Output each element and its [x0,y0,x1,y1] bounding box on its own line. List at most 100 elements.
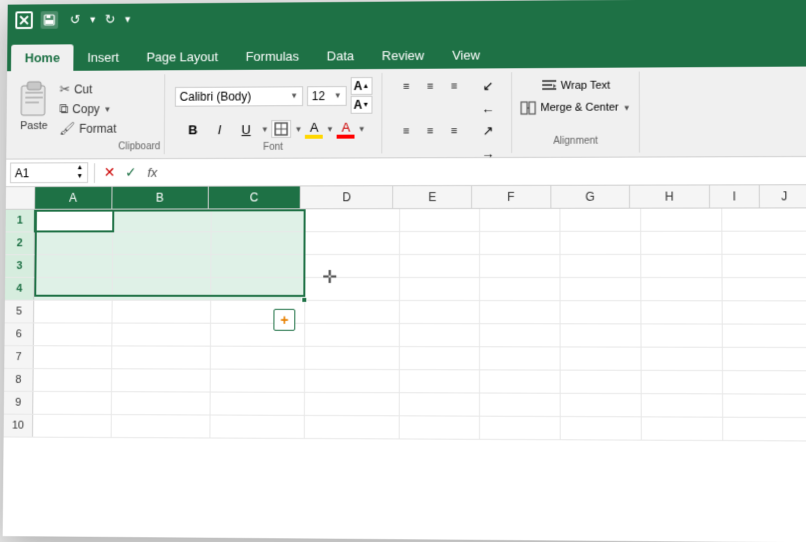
angle-clockwise-btn[interactable]: ↗ [477,121,499,141]
cell-F7[interactable] [480,347,561,369]
row-num-10[interactable]: 10 [4,415,34,437]
cell-C9[interactable] [211,393,305,415]
cell-E6[interactable] [400,324,480,346]
cell-C3[interactable] [211,255,305,277]
cell-C7[interactable] [211,347,305,369]
cell-B1[interactable] [113,209,212,231]
tab-page-layout[interactable]: Page Layout [133,43,232,70]
cell-B2[interactable] [113,232,212,254]
col-header-E[interactable]: E [394,186,473,208]
tab-insert[interactable]: Insert [73,44,132,71]
cell-A5[interactable] [34,301,113,323]
autofill-options-btn[interactable]: + [273,309,295,331]
align-top-left-btn[interactable]: ≡ [395,77,417,97]
cell-D8[interactable] [305,370,400,392]
paste-button[interactable]: Paste [10,77,57,134]
cell-E9[interactable] [400,393,480,415]
cell-H2[interactable] [641,232,722,254]
copy-dropdown-arrow[interactable]: ▼ [104,105,112,114]
copy-button[interactable]: ⧉ Copy ▼ [57,100,118,118]
row-num-9[interactable]: 9 [4,392,34,414]
row-num-5[interactable]: 5 [5,301,35,323]
cell-G5[interactable] [561,301,642,323]
cell-D2[interactable] [305,232,400,254]
cell-F1[interactable] [480,209,560,231]
col-header-F[interactable]: F [472,186,551,208]
cell-E5[interactable] [400,301,480,323]
cell-ref-down[interactable]: ▼ [76,173,83,181]
col-header-H[interactable]: H [630,185,710,207]
cell-H6[interactable] [641,324,722,346]
col-header-I[interactable]: I [710,185,760,207]
font-color-button[interactable]: A [337,119,355,138]
col-header-B[interactable]: B [112,187,209,209]
cell-E2[interactable] [400,232,480,254]
cell-B8[interactable] [112,369,211,391]
redo-btn[interactable]: ↻ [105,12,116,28]
font-family-arrow[interactable]: ▼ [290,91,298,100]
merge-center-button[interactable]: Merge & Center ▼ [521,100,631,116]
cut-button[interactable]: ✂ Cut [57,80,118,98]
cell-B6[interactable] [112,324,211,346]
cell-A10[interactable] [33,415,112,437]
cell-C2[interactable] [211,232,305,254]
cell-G9[interactable] [561,394,642,417]
cell-A9[interactable] [33,392,112,414]
italic-button[interactable]: I [208,118,232,140]
cell-D6[interactable] [305,324,400,346]
cell-H1[interactable] [641,209,722,231]
cell-H3[interactable] [641,255,722,277]
row-num-6[interactable]: 6 [4,323,34,345]
save-quick-btn[interactable] [41,11,59,29]
cell-C8[interactable] [211,370,305,392]
formula-input[interactable] [165,164,805,180]
cell-E1[interactable] [400,209,480,231]
cell-D9[interactable] [305,393,400,415]
format-painter-button[interactable]: 🖌 Format [57,120,118,138]
fill-color-dropdown[interactable]: ▼ [326,124,334,133]
row-num-4[interactable]: 4 [5,278,35,300]
formula-cancel-btn[interactable]: ✕ [101,164,119,181]
cell-E4[interactable] [400,278,480,300]
wrap-text-button[interactable]: Wrap Text [541,78,611,94]
cell-G8[interactable] [561,371,642,393]
cell-A7[interactable] [34,346,113,368]
cell-F10[interactable] [480,417,561,440]
col-header-J[interactable]: J [760,185,806,207]
underline-dropdown[interactable]: ▼ [261,125,269,134]
cell-A6[interactable] [34,323,113,345]
row-num-8[interactable]: 8 [4,369,34,391]
cell-C4[interactable] [211,278,305,300]
font-size-arrow[interactable]: ▼ [334,91,342,100]
align-top-center-btn[interactable]: ≡ [419,77,441,97]
cell-A4[interactable] [34,278,113,300]
cell-D5[interactable] [305,301,400,323]
cell-G10[interactable] [561,417,642,440]
cell-E10[interactable] [400,416,480,439]
tab-review[interactable]: Review [368,42,438,69]
cell-D7[interactable] [305,347,400,369]
cell-H5[interactable] [641,301,722,323]
row-num-7[interactable]: 7 [4,346,34,368]
borders-button[interactable] [272,120,292,138]
angle-counterclockwise-btn[interactable]: ↙ [477,76,499,96]
font-increase-btn[interactable]: A▲ [350,77,372,95]
cell-B3[interactable] [113,255,212,277]
cell-E8[interactable] [400,370,480,392]
tab-view[interactable]: View [438,42,494,69]
formula-fx-btn[interactable]: fx [143,165,161,180]
bold-button[interactable]: B [181,118,205,140]
undo-btn[interactable]: ↺ [70,12,81,28]
align-bottom-left-btn[interactable]: ≡ [395,121,417,141]
row-num-2[interactable]: 2 [5,232,34,254]
tab-home[interactable]: Home [11,44,74,71]
quick-access-dropdown[interactable]: ▼ [123,14,132,24]
align-bottom-right-btn[interactable]: ≡ [443,121,465,141]
cell-D4[interactable] [305,278,400,300]
indent-decrease-btn[interactable]: ← [477,98,499,118]
borders-dropdown[interactable]: ▼ [294,124,302,133]
font-family-selector[interactable]: Calibri (Body) ▼ [175,86,303,106]
cell-B5[interactable] [112,301,211,323]
cell-A3[interactable] [34,255,113,277]
row-num-3[interactable]: 3 [5,255,34,277]
